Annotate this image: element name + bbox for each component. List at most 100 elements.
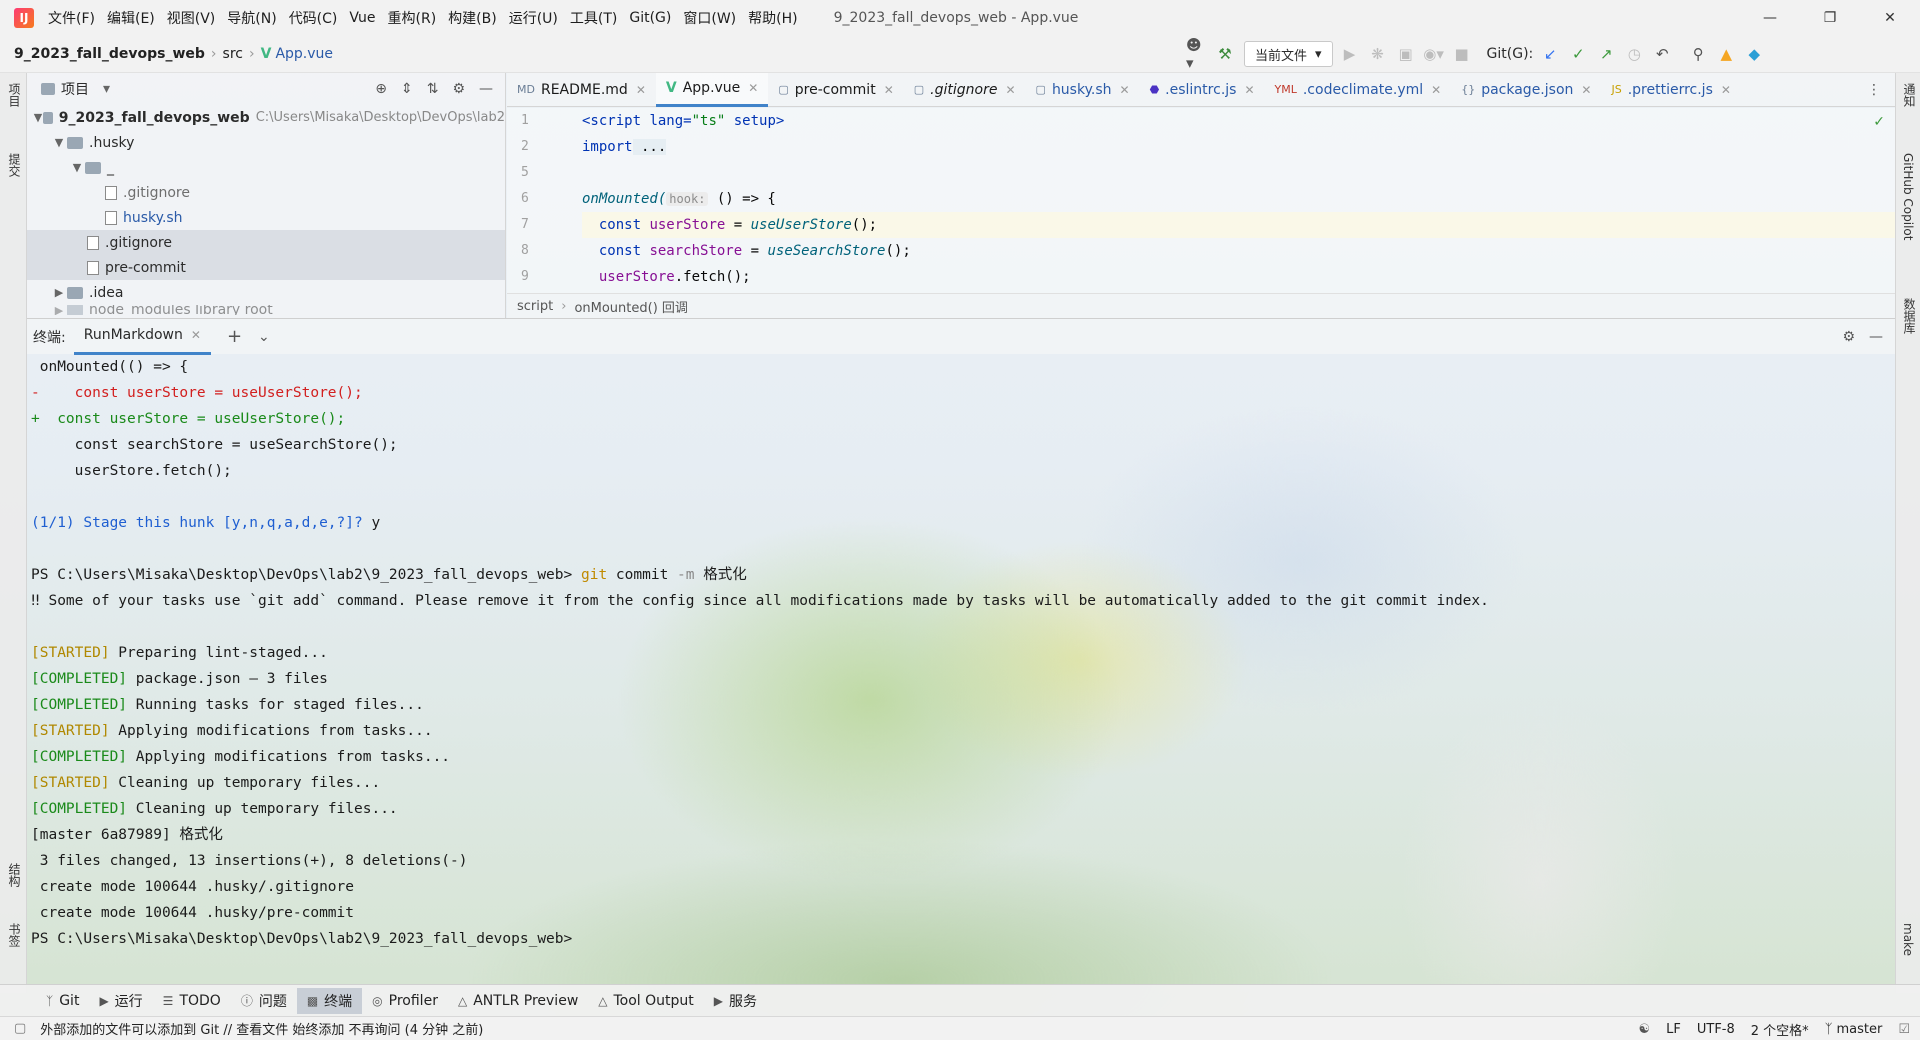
chevron-right-icon[interactable]: ▶	[51, 305, 67, 315]
menu-navigate[interactable]: 导航(N)	[221, 8, 282, 28]
chevron-right-icon[interactable]: ▶	[51, 286, 67, 299]
breadcrumb-script[interactable]: script	[517, 299, 553, 314]
breadcrumb-project[interactable]: 9_2023_fall_devops_web	[14, 46, 205, 62]
close-icon[interactable]: ✕	[1005, 83, 1015, 97]
tree-node-root[interactable]: ▼ 9_2023_fall_devops_web C:\Users\Misaka…	[27, 105, 505, 130]
more-tabs-icon[interactable]: ⋮	[1867, 82, 1895, 98]
profile-icon[interactable]: ◉▾	[1423, 43, 1445, 65]
close-icon[interactable]: ✕	[748, 81, 758, 95]
menu-tools[interactable]: 工具(T)	[564, 8, 623, 28]
encoding-widget[interactable]: UTF-8	[1697, 1022, 1735, 1037]
tool-profiler[interactable]: ◎ Profiler	[362, 988, 448, 1014]
menu-vue[interactable]: Vue	[343, 10, 381, 26]
tool-run[interactable]: ▶ 运行	[89, 988, 152, 1014]
close-icon[interactable]: ✕	[1244, 83, 1254, 97]
history-icon[interactable]: ◷	[1623, 43, 1645, 65]
menu-view[interactable]: 视图(V)	[161, 8, 222, 28]
tool-services[interactable]: ▶ 服务	[704, 988, 767, 1014]
hammer-icon[interactable]: ⚒	[1214, 43, 1236, 65]
git-update-icon[interactable]: ↙	[1539, 43, 1561, 65]
restore-icon[interactable]: ❐	[1800, 0, 1860, 35]
copilot-status-icon[interactable]: ☯	[1638, 1022, 1650, 1037]
terminal-output[interactable]: onMounted(() => { - const userStore = us…	[27, 354, 1895, 984]
line-separator-widget[interactable]: LF	[1666, 1022, 1681, 1037]
tree-node-idea[interactable]: ▶ .idea	[27, 280, 505, 305]
rollback-icon[interactable]: ↶	[1651, 43, 1673, 65]
folded-import[interactable]: ...	[632, 139, 667, 155]
tool-window-bookmarks[interactable]: 书签	[6, 923, 23, 947]
tool-antlr-preview[interactable]: △ ANTLR Preview	[448, 988, 588, 1014]
tab-pre-commit[interactable]: ▢ pre-commit ✕	[768, 73, 903, 107]
collapse-all-icon[interactable]: ⇅	[427, 81, 439, 97]
chevron-down-icon[interactable]: ▼	[51, 136, 67, 149]
tool-terminal[interactable]: ▩ 终端	[296, 987, 363, 1014]
plugin-icon[interactable]: ◆	[1743, 43, 1765, 65]
tool-window-project[interactable]: 项目	[6, 83, 23, 107]
update-icon[interactable]: ▲	[1715, 43, 1737, 65]
run-config-select[interactable]: 当前文件 ▾	[1244, 41, 1333, 67]
tool-window-database[interactable]: 数据库	[1901, 298, 1918, 334]
tab-eslintrc[interactable]: ⬣ .eslintrc.js ✕	[1140, 73, 1265, 107]
minimize-icon[interactable]: —	[1740, 0, 1800, 35]
git-push-icon[interactable]: ↗	[1595, 43, 1617, 65]
git-commit-icon[interactable]: ✓	[1567, 43, 1589, 65]
close-icon[interactable]: ✕	[884, 83, 894, 97]
tool-window-copilot[interactable]: GitHub Copilot	[1901, 153, 1915, 240]
tab-codeclimate[interactable]: YML .codeclimate.yml ✕	[1265, 73, 1452, 107]
inspection-ok-icon[interactable]: ✓	[1873, 114, 1885, 130]
tool-problems[interactable]: ⓘ 问题	[231, 988, 297, 1014]
close-icon[interactable]: ✕	[1721, 83, 1731, 97]
tool-git[interactable]: ᛉ Git	[36, 988, 89, 1014]
tab-readme[interactable]: MD README.md ✕	[507, 73, 656, 107]
chevron-down-icon[interactable]: ▼	[33, 111, 43, 124]
tab-prettierrc[interactable]: JS .prettierrc.js ✕	[1601, 73, 1740, 107]
search-icon[interactable]: ⚲	[1687, 43, 1709, 65]
tab-husky-sh[interactable]: ▢ husky.sh ✕	[1026, 73, 1140, 107]
run-icon[interactable]: ▶	[1339, 43, 1361, 65]
menu-file[interactable]: 文件(F)	[42, 8, 101, 28]
tool-window-structure[interactable]: 结构	[6, 863, 23, 887]
menu-edit[interactable]: 编辑(E)	[101, 8, 161, 28]
close-icon[interactable]: ✕	[1581, 83, 1591, 97]
breadcrumb-folder[interactable]: src	[223, 46, 243, 62]
close-icon[interactable]: ✕	[1431, 83, 1441, 97]
tree-node-node-modules[interactable]: ▶ node_modules library root	[27, 305, 505, 315]
git-branch-widget[interactable]: ᛉ master	[1825, 1022, 1883, 1037]
project-panel-title[interactable]: 项目	[61, 79, 89, 99]
breadcrumb-file[interactable]: App.vue	[275, 46, 333, 62]
menu-build[interactable]: 构建(B)	[442, 8, 503, 28]
tool-window-commit[interactable]: 提交	[6, 153, 23, 177]
tab-gitignore[interactable]: ▢ .gitignore ✕	[904, 73, 1026, 107]
tool-todo[interactable]: ☰ TODO	[153, 988, 231, 1014]
tree-node-pre-commit[interactable]: pre-commit	[27, 255, 505, 280]
close-icon[interactable]: ✕	[191, 328, 201, 342]
tree-node-gitignore-inner[interactable]: .gitignore	[27, 180, 505, 205]
locate-icon[interactable]: ⊕	[375, 81, 387, 97]
tree-node-underscore[interactable]: ▼ _	[27, 155, 505, 180]
code-editor[interactable]: 1 2 5 6 7 8 9 <script lang="ts" setup> i…	[507, 108, 1895, 293]
close-icon[interactable]: ✕	[636, 83, 646, 97]
hide-icon[interactable]: —	[479, 81, 493, 97]
tree-node-husky[interactable]: ▼ .husky	[27, 130, 505, 155]
debug-icon[interactable]: ❋	[1367, 43, 1389, 65]
tool-window-notifications[interactable]: 通知	[1901, 83, 1918, 107]
tool-output[interactable]: △ Tool Output	[588, 988, 704, 1014]
tab-package-json[interactable]: {} package.json ✕	[1451, 73, 1601, 107]
user-icon[interactable]: ☻▾	[1186, 36, 1208, 72]
new-tab-icon[interactable]: +	[227, 326, 242, 347]
close-icon[interactable]: ✕	[1860, 0, 1920, 35]
tree-node-husky-sh[interactable]: husky.sh	[27, 205, 505, 230]
menu-code[interactable]: 代码(C)	[283, 8, 344, 28]
tree-node-gitignore[interactable]: .gitignore	[27, 230, 505, 255]
indent-widget[interactable]: 2 个空格*	[1751, 1020, 1809, 1039]
menu-run[interactable]: 运行(U)	[503, 8, 564, 28]
terminal-tab-runmarkdown[interactable]: RunMarkdown ✕	[73, 319, 211, 355]
breadcrumb-callback[interactable]: onMounted() 回调	[574, 297, 687, 316]
tool-window-make[interactable]: make	[1901, 923, 1915, 956]
expand-all-icon[interactable]: ⇕	[401, 81, 413, 97]
chevron-down-icon[interactable]: ▼	[69, 161, 85, 174]
chevron-down-icon[interactable]: ⌄	[258, 329, 270, 345]
layout-toggle-icon[interactable]: ▢	[14, 1021, 26, 1036]
menu-git[interactable]: Git(G)	[623, 10, 677, 26]
chevron-down-icon[interactable]: ▾	[103, 81, 110, 97]
